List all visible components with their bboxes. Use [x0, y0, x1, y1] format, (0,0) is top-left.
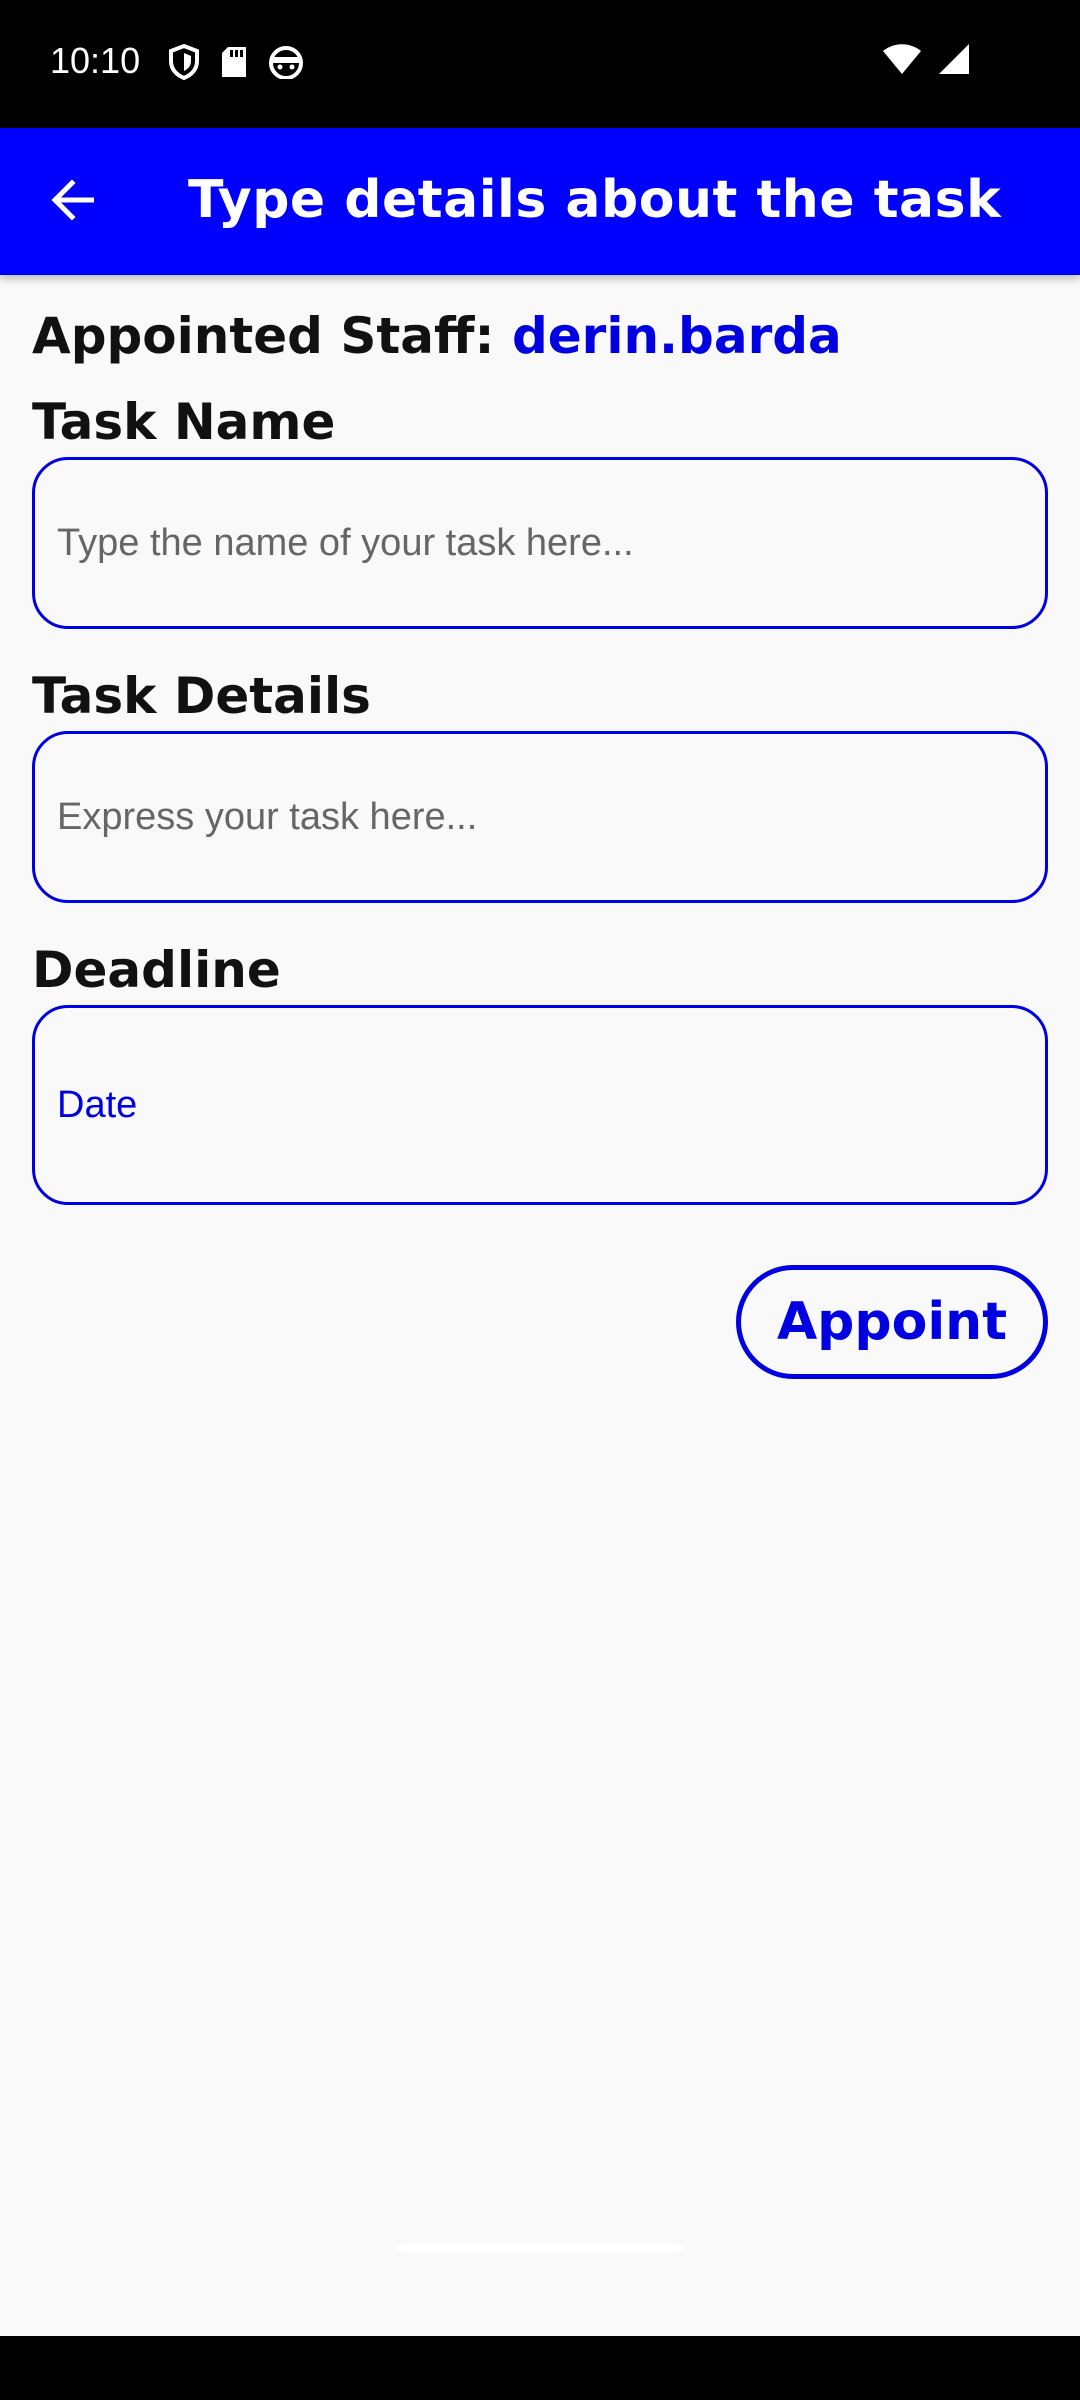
task-name-placeholder: Type the name of your task here...: [57, 521, 634, 564]
task-form: Appointed Staff: derin.barda Task Name T…: [32, 275, 1048, 1379]
navigation-bar: [0, 2336, 1080, 2400]
deadline-label: Deadline: [32, 941, 281, 999]
status-time: 10:10: [50, 40, 141, 81]
appointed-staff-row: Appointed Staff: derin.barda: [32, 307, 1048, 365]
status-icons-left: [168, 43, 304, 85]
appoint-button-label: Appoint: [776, 1292, 1008, 1352]
deadline-date-field[interactable]: Date: [32, 1005, 1048, 1205]
appointed-staff-label: Appointed Staff:: [32, 307, 495, 365]
task-details-label: Task Details: [32, 667, 371, 725]
task-name-input[interactable]: Type the name of your task here...: [32, 457, 1048, 629]
status-icons-right: [882, 42, 970, 81]
wifi-icon: [882, 42, 922, 81]
task-details-input[interactable]: Express your task here...: [32, 731, 1048, 903]
task-details-placeholder: Express your task here...: [57, 795, 478, 838]
appoint-button[interactable]: Appoint: [736, 1265, 1048, 1379]
page-title: Type details about the task: [188, 170, 1002, 230]
status-bar: 10:10: [0, 0, 1080, 128]
arrow-left-icon: [50, 178, 95, 225]
shield-icon: [168, 43, 200, 85]
sd-card-icon: [220, 45, 248, 84]
back-button[interactable]: [30, 164, 114, 240]
deadline-date-value: Date: [57, 1083, 138, 1126]
signal-icon: [938, 42, 970, 81]
android-face-icon: [268, 45, 304, 84]
appointed-staff-name: derin.barda: [511, 307, 842, 365]
app-bar: Type details about the task: [0, 128, 1080, 275]
task-name-label: Task Name: [32, 393, 336, 451]
home-gesture-handle[interactable]: [398, 2243, 682, 2253]
